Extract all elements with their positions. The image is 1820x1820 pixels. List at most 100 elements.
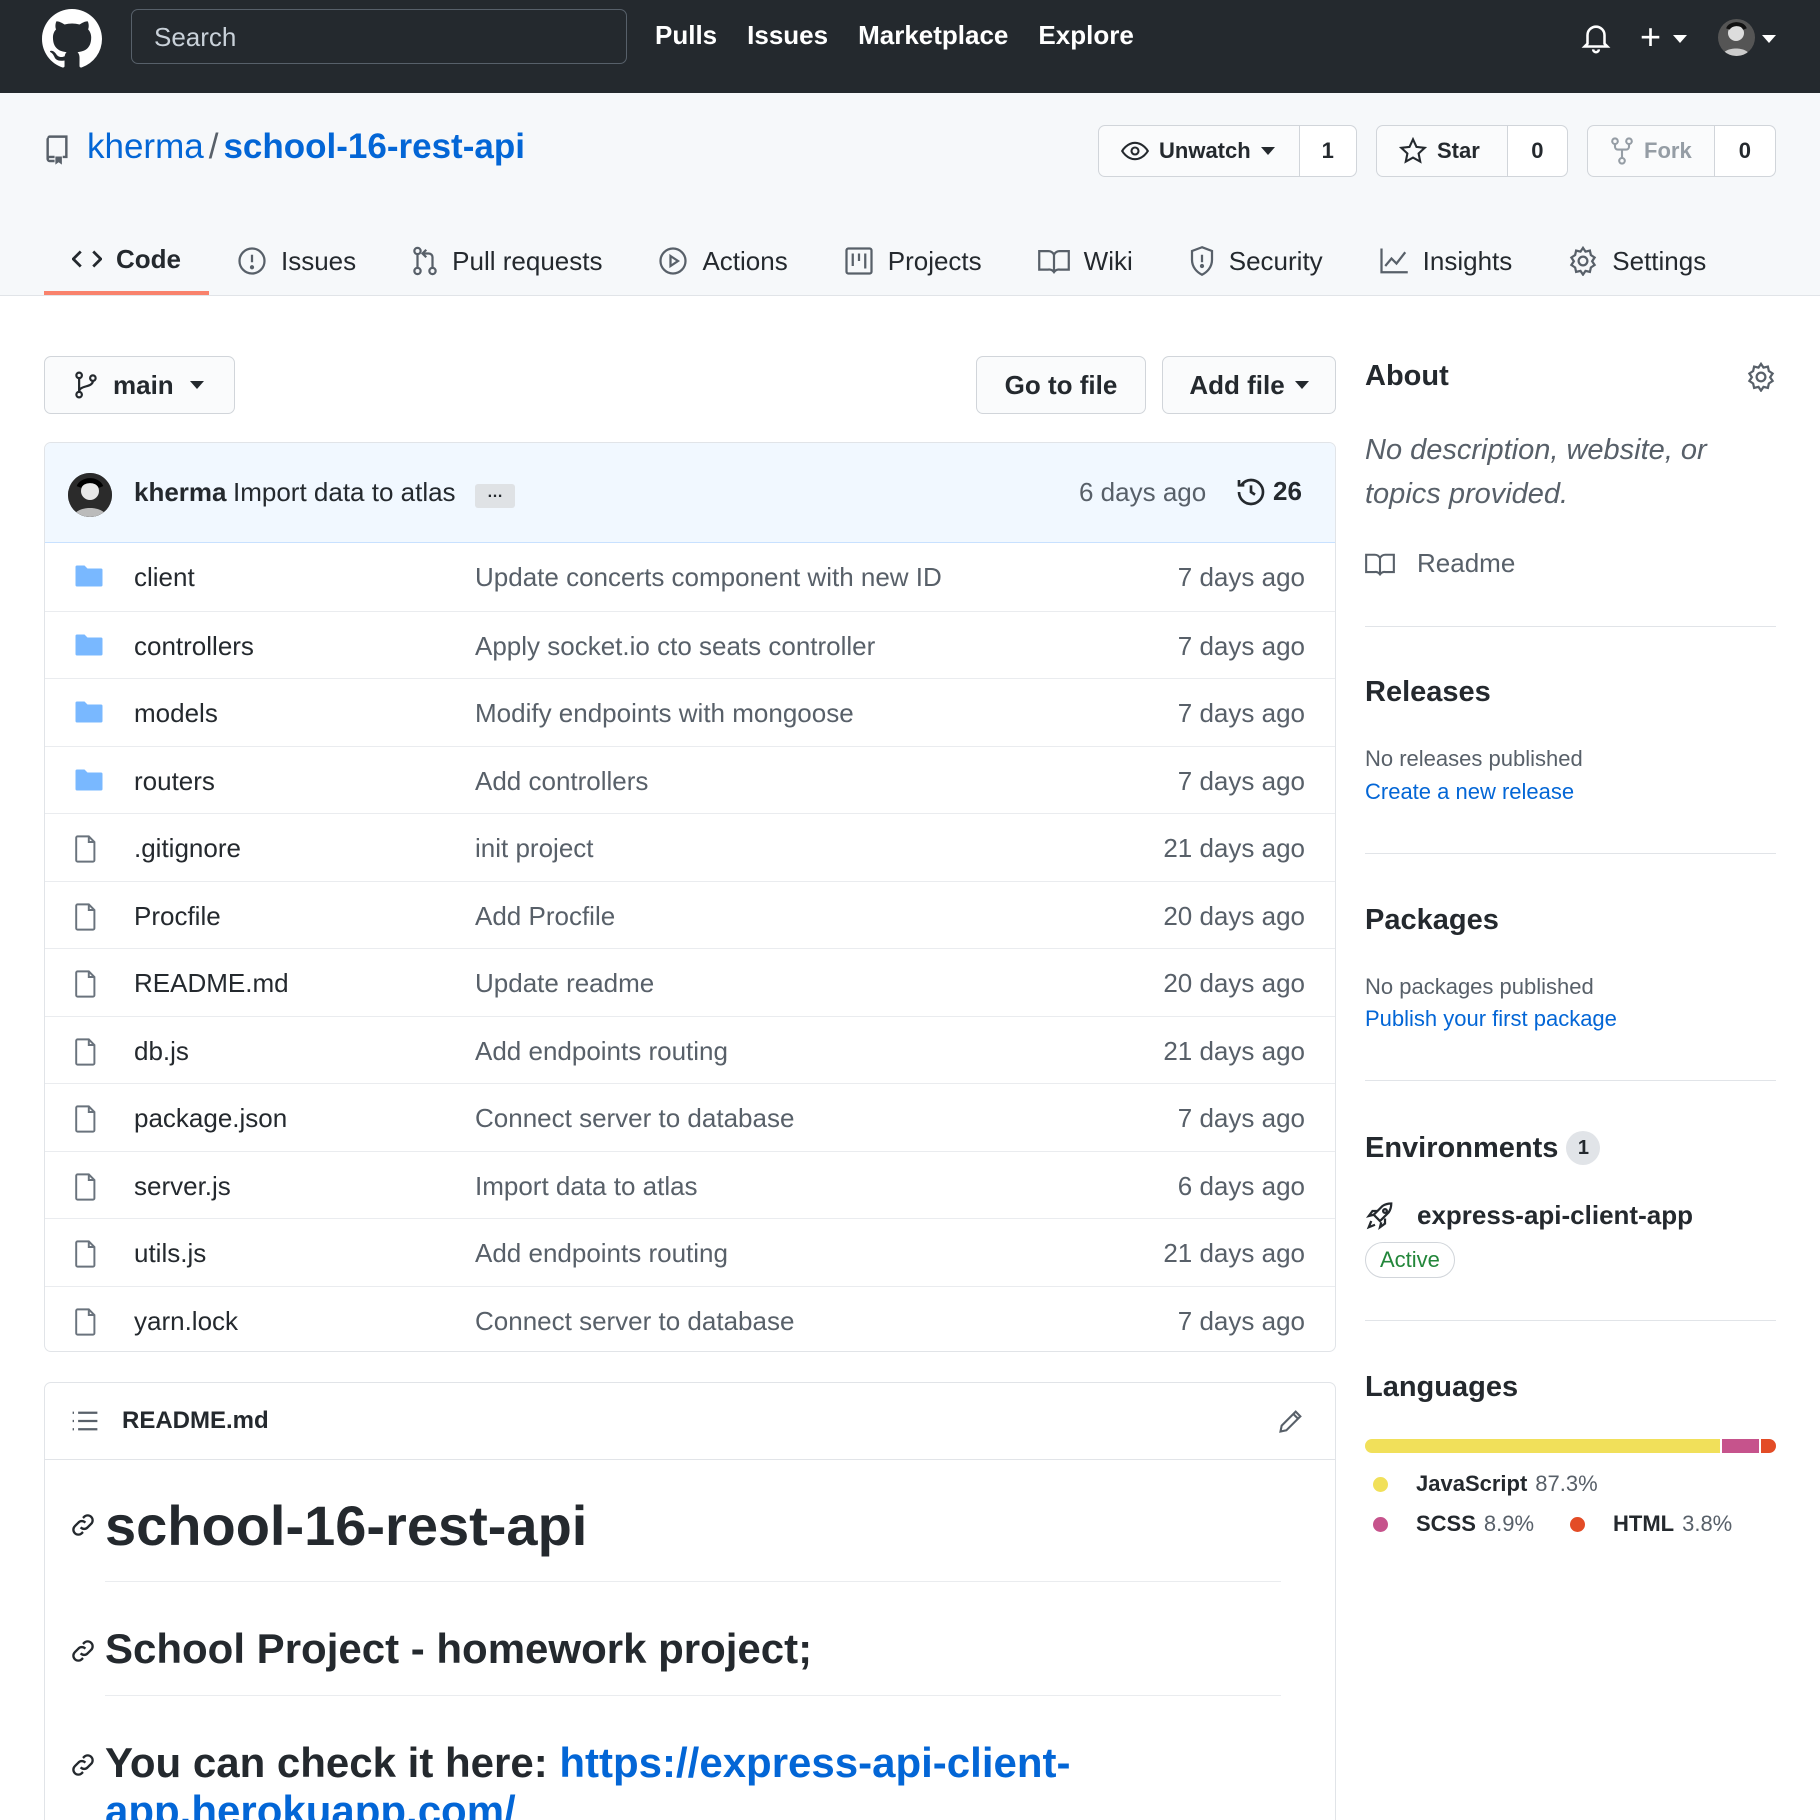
language-item-html[interactable]: HTML 3.8%: [1562, 1511, 1732, 1537]
avatar[interactable]: [68, 473, 112, 517]
tab-security[interactable]: Security: [1161, 227, 1351, 295]
readme-filename: README.md: [122, 1407, 269, 1434]
gear-icon[interactable]: [1746, 362, 1776, 392]
plus-icon[interactable]: +: [1640, 19, 1661, 55]
file-name-link[interactable]: utils.js: [134, 1238, 206, 1269]
commit-ellipsis-button[interactable]: …: [475, 484, 515, 508]
add-file-button[interactable]: Add file: [1162, 356, 1336, 414]
file-list: kherma Import data to atlas … 6 days ago…: [44, 442, 1336, 1352]
nav-explore[interactable]: Explore: [1038, 20, 1133, 51]
tab-wiki[interactable]: Wiki: [1010, 227, 1161, 295]
star-button[interactable]: Star: [1377, 126, 1508, 176]
commit-message-link[interactable]: Apply socket.io cto seats controller: [475, 631, 875, 662]
commit-message-link[interactable]: Modify endpoints with mongoose: [475, 698, 854, 729]
file-name-link[interactable]: controllers: [134, 631, 254, 662]
history-icon[interactable]: [1235, 476, 1267, 508]
file-name-link[interactable]: db.js: [134, 1036, 189, 1067]
tab-actions[interactable]: Actions: [630, 227, 815, 295]
tab-pull-requests[interactable]: Pull requests: [384, 227, 630, 295]
table-row[interactable]: routers Add controllers 7 days ago: [45, 745, 1335, 814]
commit-message-link[interactable]: init project: [475, 833, 594, 864]
file-name-link[interactable]: Procfile: [134, 901, 221, 932]
packages-heading[interactable]: Packages: [1365, 904, 1499, 937]
language-item-scss[interactable]: SCSS 8.9%: [1365, 1511, 1534, 1537]
table-row[interactable]: db.js Add endpoints routing 21 days ago: [45, 1015, 1335, 1084]
table-row[interactable]: Procfile Add Procfile 20 days ago: [45, 880, 1335, 949]
tab-settings[interactable]: Settings: [1540, 227, 1734, 295]
nav-marketplace[interactable]: Marketplace: [858, 20, 1008, 51]
star-count[interactable]: 0: [1507, 126, 1567, 176]
nav-pulls[interactable]: Pulls: [655, 20, 717, 51]
readme-link[interactable]: Readme: [1365, 548, 1515, 579]
fork-button[interactable]: Fork: [1588, 126, 1715, 176]
file-name-link[interactable]: README.md: [134, 968, 289, 999]
tab-code[interactable]: Code: [44, 227, 209, 295]
languages-heading: Languages: [1365, 1371, 1519, 1403]
commit-message-link[interactable]: Import data to atlas: [475, 1171, 698, 1202]
commit-age: 7 days ago: [1177, 630, 1305, 661]
language-item-javascript[interactable]: JavaScript 87.3%: [1365, 1471, 1598, 1497]
table-row[interactable]: .gitignore init project 21 days ago: [45, 813, 1335, 881]
tab-insights[interactable]: Insights: [1351, 227, 1541, 295]
environments-heading[interactable]: Environments 1: [1365, 1131, 1601, 1165]
publish-package-link[interactable]: Publish your first package: [1365, 1006, 1617, 1032]
commit-message-link[interactable]: Update readme: [475, 968, 654, 999]
commit-count[interactable]: 26: [1273, 476, 1302, 507]
go-to-file-button[interactable]: Go to file: [976, 356, 1146, 414]
commit-message-link[interactable]: Add Procfile: [475, 901, 615, 932]
fork-count[interactable]: 0: [1714, 126, 1775, 176]
table-row[interactable]: server.js Import data to atlas 6 days ago: [45, 1150, 1335, 1219]
watch-count[interactable]: 1: [1299, 126, 1356, 176]
file-name-link[interactable]: yarn.lock: [134, 1306, 238, 1337]
releases-heading[interactable]: Releases: [1365, 676, 1491, 709]
link-icon[interactable]: [69, 1751, 97, 1779]
repo-name-link[interactable]: school-16-rest-api: [223, 127, 524, 166]
environments-title: Environments: [1365, 1132, 1559, 1164]
unwatch-button[interactable]: Unwatch: [1099, 126, 1300, 176]
commit-message-link[interactable]: Add endpoints routing: [475, 1036, 728, 1067]
tab-projects[interactable]: Projects: [816, 227, 1010, 295]
table-row[interactable]: utils.js Add endpoints routing 21 days ago: [45, 1218, 1335, 1286]
bell-icon[interactable]: [1579, 20, 1613, 56]
repo-owner-link[interactable]: kherma: [87, 127, 204, 166]
table-row[interactable]: package.json Connect server to database 7 …: [45, 1083, 1335, 1151]
commit-author[interactable]: kherma: [134, 477, 227, 508]
pencil-icon[interactable]: [1277, 1407, 1305, 1435]
watch-button-group: Unwatch 1: [1098, 125, 1357, 177]
commit-time[interactable]: 6 days ago: [1079, 477, 1206, 508]
repo-title: kherma / school-16-rest-api: [87, 127, 525, 167]
link-icon[interactable]: [69, 1637, 97, 1665]
branch-select-button[interactable]: main: [44, 356, 235, 414]
commit-message[interactable]: Import data to atlas: [233, 477, 456, 508]
avatar[interactable]: [1718, 19, 1755, 56]
tab-issues[interactable]: Issues: [209, 227, 384, 295]
file-name-link[interactable]: package.json: [134, 1103, 287, 1134]
commit-message-link[interactable]: Add controllers: [475, 766, 648, 797]
table-row[interactable]: client Update concerts component with new…: [45, 543, 1335, 611]
heroku-app-link[interactable]: https://express-api-client-: [559, 1739, 1070, 1786]
file-name-link[interactable]: routers: [134, 766, 215, 797]
table-row[interactable]: yarn.lock Connect server to database 7 day…: [45, 1285, 1335, 1352]
table-row[interactable]: controllers Apply socket.io cto seats con…: [45, 610, 1335, 679]
environment-item[interactable]: express-api-client-app: [1365, 1200, 1693, 1231]
nav-issues[interactable]: Issues: [747, 20, 828, 51]
commit-message-link[interactable]: Update concerts component with new ID: [475, 562, 942, 593]
heroku-app-link-continued[interactable]: app.herokuapp.com/: [105, 1787, 516, 1820]
file-name-link[interactable]: .gitignore: [134, 833, 241, 864]
language-name: JavaScript: [1416, 1471, 1528, 1496]
latest-commit-bar: kherma Import data to atlas … 6 days ago…: [45, 443, 1335, 543]
commit-message-link[interactable]: Add endpoints routing: [475, 1238, 728, 1269]
file-name-link[interactable]: server.js: [134, 1171, 231, 1202]
commit-age: 7 days ago: [1177, 1305, 1305, 1336]
table-row[interactable]: README.md Update readme 20 days ago: [45, 948, 1335, 1016]
link-icon[interactable]: [69, 1511, 97, 1539]
github-logo-icon[interactable]: [42, 9, 102, 69]
create-release-link[interactable]: Create a new release: [1365, 779, 1574, 805]
commit-message-link[interactable]: Connect server to database: [475, 1306, 794, 1337]
list-icon[interactable]: [71, 1410, 99, 1432]
file-name-link[interactable]: client: [134, 562, 195, 593]
file-name-link[interactable]: models: [134, 698, 218, 729]
search-input[interactable]: Search: [131, 9, 627, 64]
table-row[interactable]: models Modify endpoints with mongoose 7 da…: [45, 678, 1335, 746]
commit-message-link[interactable]: Connect server to database: [475, 1103, 794, 1134]
